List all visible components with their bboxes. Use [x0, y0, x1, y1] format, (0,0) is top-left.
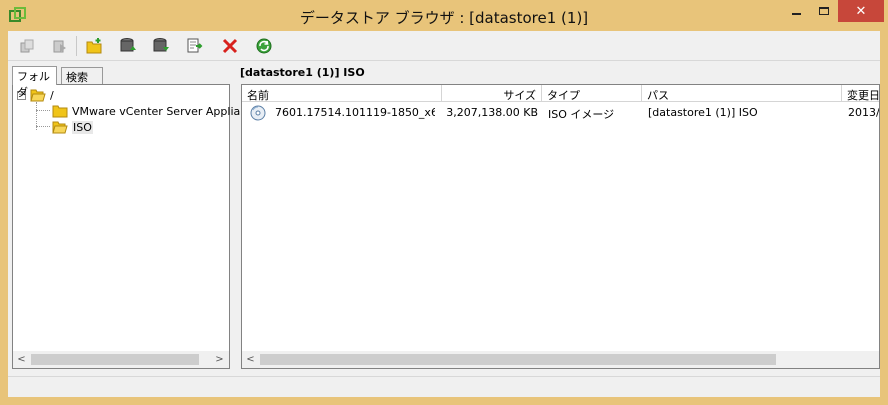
- file-path: [datastore1 (1)] ISO: [648, 106, 758, 119]
- download-button[interactable]: [149, 35, 173, 57]
- tree-line: [36, 126, 50, 127]
- register-vm-button[interactable]: [183, 35, 207, 57]
- close-icon: ✕: [855, 3, 867, 19]
- upload-icon: [120, 38, 136, 52]
- copy-button[interactable]: [15, 35, 39, 57]
- file-type: ISO イメージ: [548, 108, 615, 121]
- datastore-browser-window: データストア ブラウザ : [datastore1 (1)] ✕ フォルダ 検索…: [0, 0, 888, 405]
- tab-search[interactable]: 検索: [61, 67, 103, 85]
- open-folder-icon: [30, 89, 46, 102]
- column-header: 名前 サイズ タイプ パス 変更日時: [242, 85, 879, 102]
- scroll-thumb[interactable]: [260, 354, 776, 365]
- file-size: 3,207,138.00 KB: [446, 106, 538, 119]
- scroll-right-arrow-icon[interactable]: >: [211, 351, 228, 368]
- new-folder-button[interactable]: [83, 35, 107, 57]
- column-name[interactable]: 名前: [242, 85, 442, 102]
- tree-horizontal-scrollbar[interactable]: < >: [13, 351, 229, 368]
- maximize-button[interactable]: [810, 0, 838, 22]
- tree-item-iso[interactable]: ISO: [52, 119, 93, 135]
- client-area: フォルダ 検索 − / VMware vCenter Server Applia…: [8, 31, 880, 397]
- register-vm-icon: [187, 38, 203, 53]
- download-icon: [153, 38, 169, 52]
- upload-button[interactable]: [116, 35, 140, 57]
- scroll-left-arrow-icon[interactable]: <: [242, 351, 259, 368]
- tree-item-vcenter[interactable]: VMware vCenter Server Applian: [52, 103, 247, 119]
- title-bar[interactable]: データストア ブラウザ : [datastore1 (1)] ✕: [0, 0, 888, 32]
- paste-button[interactable]: [48, 35, 72, 57]
- close-button[interactable]: ✕: [838, 0, 884, 22]
- folder-icon: [52, 105, 68, 118]
- status-bar: [8, 376, 880, 397]
- iso-disc-icon: [250, 105, 266, 121]
- tree-item-label: /: [50, 88, 54, 102]
- tree-line: [36, 110, 50, 111]
- file-list[interactable]: 名前 サイズ タイプ パス 変更日時 7601.17514.101119-185…: [241, 84, 880, 369]
- scroll-left-arrow-icon[interactable]: <: [13, 351, 30, 368]
- column-size[interactable]: サイズ: [442, 85, 542, 102]
- delete-icon: [222, 38, 238, 54]
- file-modified: 2013/0: [848, 106, 880, 119]
- column-modified[interactable]: 変更日時: [842, 85, 879, 102]
- folder-tree[interactable]: − / VMware vCenter Server Applian ISO: [12, 84, 247, 369]
- column-type[interactable]: タイプ: [542, 85, 642, 102]
- toolbar: [8, 31, 880, 61]
- copy-icon: [20, 39, 34, 53]
- file-name: 7601.17514.101119-1850_x64...: [275, 106, 435, 119]
- toolbar-separator: [76, 36, 77, 56]
- minimize-button[interactable]: [782, 0, 810, 22]
- tree-item-label: ISO: [72, 120, 93, 134]
- list-horizontal-scrollbar[interactable]: <: [242, 351, 879, 368]
- delete-button[interactable]: [218, 35, 242, 57]
- refresh-icon: [256, 38, 272, 54]
- open-folder-icon: [52, 121, 68, 134]
- column-path[interactable]: パス: [642, 85, 842, 102]
- minimize-icon: [791, 13, 801, 15]
- new-folder-icon: [86, 38, 102, 54]
- paste-icon: [53, 40, 66, 53]
- tree-item-label: VMware vCenter Server Applian: [72, 104, 248, 118]
- refresh-button[interactable]: [252, 35, 276, 57]
- list-item[interactable]: 7601.17514.101119-1850_x64... 3,207,138.…: [242, 104, 880, 122]
- window-title: データストア ブラウザ : [datastore1 (1)]: [299, 9, 589, 27]
- maximize-icon: [819, 7, 829, 15]
- scroll-thumb[interactable]: [31, 354, 199, 365]
- current-path: [datastore1 (1)] ISO: [240, 66, 365, 79]
- tab-folders[interactable]: フォルダ: [12, 66, 57, 99]
